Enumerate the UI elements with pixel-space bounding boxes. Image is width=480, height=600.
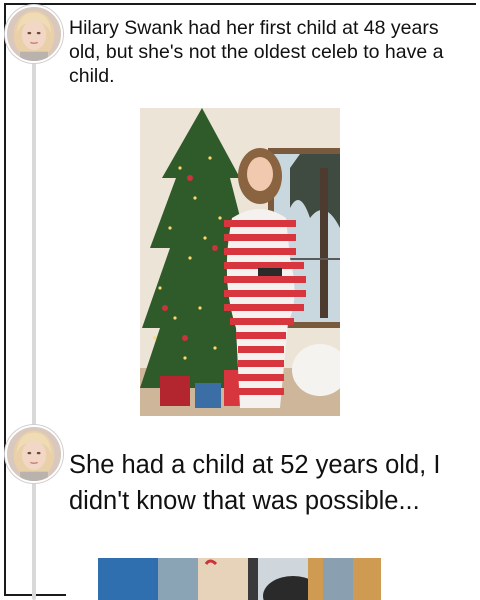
- avatar[interactable]: [5, 425, 63, 483]
- avatar-user-icon: [7, 427, 61, 481]
- partial-photo: [98, 558, 381, 600]
- avatar[interactable]: [5, 5, 63, 63]
- frame-top-border: [4, 3, 476, 5]
- frame-left-border: [4, 3, 6, 596]
- post-photo[interactable]: [98, 558, 381, 600]
- post-text: Hilary Swank had her first child at 48 y…: [69, 17, 444, 88]
- thread-rail: [32, 60, 36, 600]
- avatar-user-icon: [7, 7, 61, 61]
- post-text: She had a child at 52 years old, I didn'…: [69, 451, 441, 515]
- post-photo[interactable]: [140, 108, 340, 416]
- pregnant-woman-christmas-tree-photo: [140, 108, 340, 416]
